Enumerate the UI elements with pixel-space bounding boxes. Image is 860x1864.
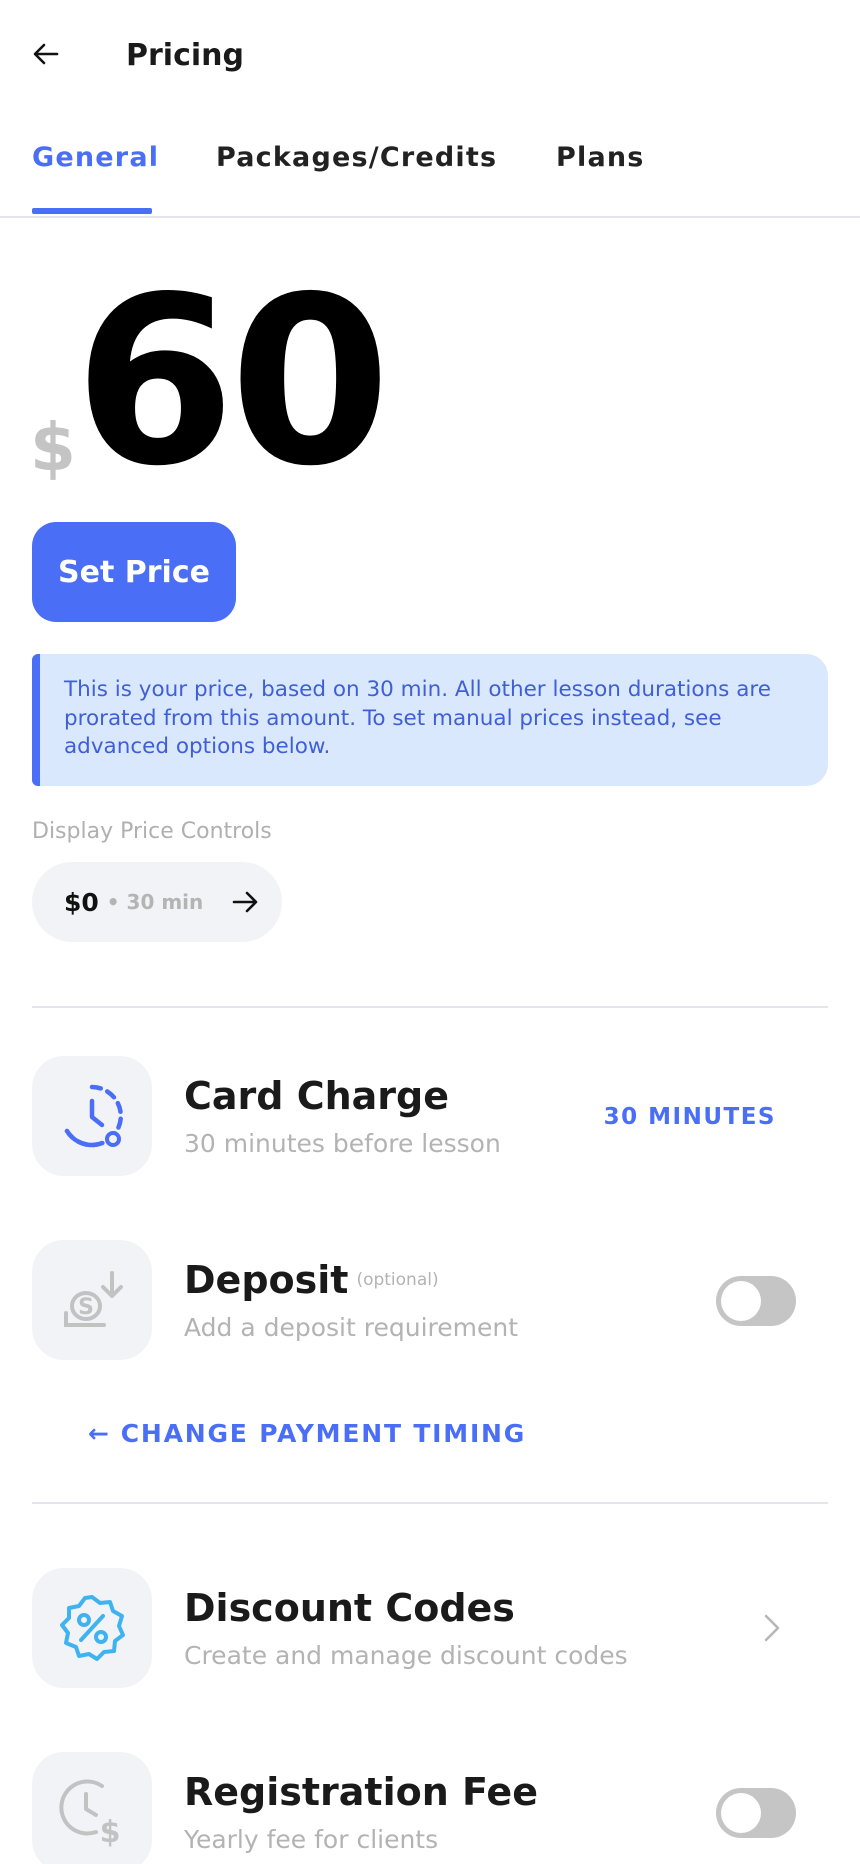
card-charge-timing-button[interactable]: 30 MINUTES [604,1104,776,1130]
card-charge-subtitle: 30 minutes before lesson [184,1129,501,1158]
price-info-box: This is your price, based on 30 min. All… [32,654,828,786]
display-price-value: $0 [64,887,99,917]
registration-fee-title: Registration Fee [184,1770,538,1814]
arrow-right-icon [228,884,262,920]
registration-fee-toggle[interactable] [716,1788,796,1838]
clock-dollar-icon: $ [59,1779,121,1848]
price-info-text: This is your price, based on 30 min. All… [64,677,771,759]
section-divider [32,1502,828,1504]
display-price-controls-label: Display Price Controls [32,819,272,844]
clock-charge-icon [64,1084,124,1148]
deposit-optional-label: (optional) [356,1270,439,1290]
change-payment-timing-label: CHANGE PAYMENT TIMING [120,1419,527,1448]
svg-text:S: S [78,1295,94,1320]
card-charge-title: Card Charge [184,1074,449,1118]
tab-packages-credits[interactable]: Packages/Credits [216,140,497,176]
tab-general[interactable]: General [32,140,159,176]
deposit-toggle[interactable] [716,1276,796,1326]
chevron-right-icon[interactable] [762,1612,782,1644]
deposit-icon: S [64,1271,123,1327]
svg-text:$: $ [100,1815,121,1848]
active-tab-indicator [32,208,152,214]
discount-codes-subtitle: Create and manage discount codes [184,1641,628,1670]
display-price-duration: • 30 min [106,890,204,914]
deposit-title: Deposit [184,1258,349,1302]
pricing-page: Pricing General Packages/Credits Plans $… [0,0,860,1864]
tab-plans[interactable]: Plans [556,140,645,176]
price-currency: $ [30,409,76,486]
change-payment-timing-link[interactable]: ← CHANGE PAYMENT TIMING [88,1418,526,1450]
back-button[interactable] [28,36,64,72]
registration-fee-subtitle: Yearly fee for clients [184,1825,439,1854]
registration-fee-icon-tile: $ [32,1752,152,1864]
discount-codes-title[interactable]: Discount Codes [184,1584,515,1632]
section-divider [32,1006,828,1008]
display-price-controls-button[interactable]: $0 • 30 min [32,862,282,942]
discount-codes-icon-tile[interactable] [32,1568,152,1688]
page-title: Pricing [126,38,244,73]
deposit-subtitle: Add a deposit requirement [184,1313,519,1342]
discount-badge-icon [60,1595,125,1661]
price-amount: 60 [74,247,391,517]
toggle-knob [721,1793,761,1833]
set-price-button[interactable]: Set Price [32,522,236,622]
toggle-knob [721,1281,761,1321]
tab-bar: General Packages/Credits Plans [0,130,860,218]
arrow-left-icon [33,43,59,65]
deposit-icon-tile: S [32,1240,152,1360]
card-charge-icon-tile [32,1056,152,1176]
app-header: Pricing [0,0,860,114]
deposit-title-wrap: Deposit (optional) [184,1256,439,1304]
arrow-left-icon: ← [88,1419,111,1448]
